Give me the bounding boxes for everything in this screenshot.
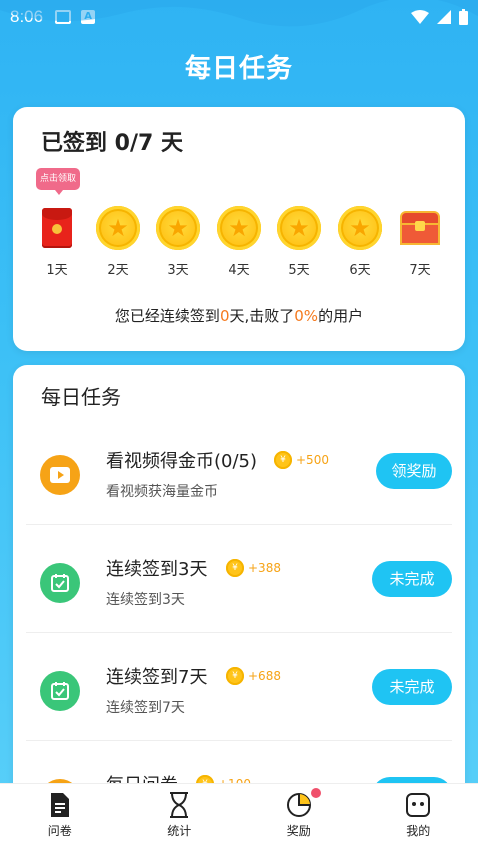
- task-reward: ¥ +688: [226, 667, 281, 685]
- bottom-nav: 问卷 统计 奖励 我的: [0, 783, 478, 850]
- day-label: 5天: [288, 263, 310, 278]
- incomplete-button[interactable]: 未完成: [372, 561, 452, 597]
- treasure-chest-icon: [400, 211, 440, 245]
- task-row: 连续签到7天 ¥ +688 连续签到7天 未完成: [26, 633, 452, 741]
- calendar-icon: [40, 563, 80, 603]
- tasks-card: 每日任务 看视频得金币(0/5) ¥ +500 看视频获海量金币 领奖励 连续签…: [13, 365, 465, 825]
- coin-icon: ★: [156, 206, 200, 250]
- day-label: 7天: [409, 263, 431, 278]
- nav-label: 奖励: [286, 824, 311, 838]
- coin-icon: ¥: [226, 667, 244, 685]
- summary-percent: 0%: [294, 307, 319, 325]
- signin-day-7: 7天: [390, 205, 450, 278]
- day-label: 6天: [349, 263, 371, 278]
- calendar-icon: [40, 671, 80, 711]
- task-reward: ¥ +388: [226, 559, 281, 577]
- nav-label: 问卷: [47, 824, 72, 838]
- profile-face-icon: [405, 792, 431, 818]
- red-packet-icon: [42, 208, 72, 248]
- pie-chart-icon: [286, 792, 312, 818]
- nav-label: 统计: [167, 824, 192, 838]
- summary-prefix: 您已经连续签到: [114, 307, 220, 325]
- day-label: 4天: [228, 263, 250, 278]
- claim-reward-button[interactable]: 领奖励: [376, 453, 452, 489]
- reward-amount: +388: [248, 561, 281, 575]
- tasks-title: 每日任务: [41, 385, 121, 409]
- notification-badge: [311, 788, 321, 798]
- signin-title: 已签到 0/7 天: [41, 131, 183, 156]
- day-label: 3天: [167, 263, 189, 278]
- incomplete-button[interactable]: 未完成: [372, 669, 452, 705]
- task-row: 看视频得金币(0/5) ¥ +500 看视频获海量金币 领奖励: [26, 417, 452, 525]
- task-desc: 看视频获海量金币: [106, 484, 218, 500]
- coin-icon: ¥: [226, 559, 244, 577]
- reward-amount: +500: [296, 453, 329, 467]
- task-desc: 连续签到3天: [106, 592, 185, 608]
- task-title: 连续签到3天: [106, 559, 208, 580]
- coin-icon: ★: [217, 206, 261, 250]
- task-desc: 连续签到7天: [106, 700, 185, 716]
- signin-day-2: ★ 2天: [88, 205, 148, 278]
- signin-day-3: ★ 3天: [148, 205, 208, 278]
- reward-amount: +688: [248, 669, 281, 683]
- task-row: 连续签到3天 ¥ +388 连续签到3天 未完成: [26, 525, 452, 633]
- signin-day-6: ★ 6天: [330, 205, 390, 278]
- nav-item-rewards[interactable]: 奖励: [239, 784, 359, 850]
- signin-day-1[interactable]: 1天: [27, 205, 87, 278]
- day-label: 1天: [46, 263, 68, 278]
- claim-tag[interactable]: 点击领取: [36, 168, 80, 195]
- nav-item-questionnaire[interactable]: 问卷: [0, 784, 120, 850]
- coin-icon: ★: [338, 206, 382, 250]
- nav-item-profile[interactable]: 我的: [359, 784, 478, 850]
- task-title: 连续签到7天: [106, 667, 208, 688]
- hourglass-icon: [166, 792, 192, 818]
- document-icon: [47, 792, 73, 818]
- video-play-icon: [40, 455, 80, 495]
- summary-suffix: 的用户: [318, 307, 364, 325]
- header-wave-decoration: [0, 0, 478, 27]
- day-label: 2天: [107, 263, 129, 278]
- nav-item-statistics[interactable]: 统计: [120, 784, 240, 850]
- coin-icon: ¥: [274, 451, 292, 469]
- signin-summary: 您已经连续签到0天,击败了0%的用户: [13, 305, 465, 326]
- page-title: 每日任务: [184, 54, 293, 84]
- nav-label: 我的: [406, 824, 431, 838]
- coin-icon: ★: [96, 206, 140, 250]
- signin-day-4: ★ 4天: [209, 205, 269, 278]
- signin-day-5: ★ 5天: [269, 205, 329, 278]
- task-title: 看视频得金币(0/5): [106, 451, 258, 472]
- summary-mid: 天,击败了: [229, 307, 295, 325]
- coin-icon: ★: [277, 206, 321, 250]
- task-reward: ¥ +500: [274, 451, 329, 469]
